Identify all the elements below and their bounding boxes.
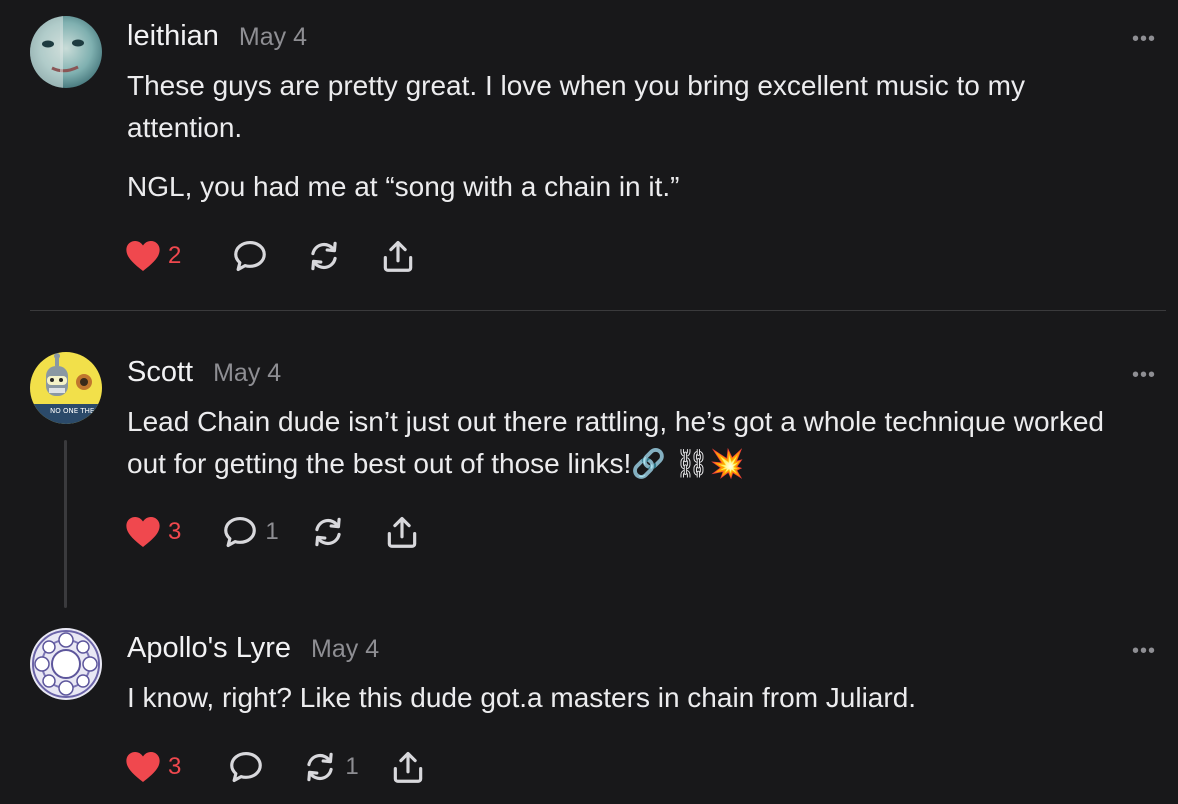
share-button[interactable] [379, 236, 417, 276]
heart-icon [124, 513, 162, 551]
restack-button[interactable] [309, 512, 347, 552]
author-name[interactable]: Scott [127, 356, 193, 389]
comment-body: These guys are pretty great. I love when… [127, 65, 1137, 225]
comment-icon [231, 237, 269, 275]
restack-icon [309, 513, 347, 551]
like-button[interactable]: 3 [124, 512, 181, 552]
comment-paragraph: NGL, you had me at “song with a chain in… [127, 171, 680, 202]
comment-body: Lead Chain dude isn’t just out there rat… [127, 401, 1137, 502]
avatar-text: NO ONE THE [50, 407, 94, 415]
share-icon [389, 748, 427, 786]
restack-count: 1 [345, 753, 359, 780]
share-icon [379, 237, 417, 275]
thread-line[interactable] [64, 440, 67, 608]
reply-button[interactable] [231, 236, 269, 276]
avatar-image [30, 16, 102, 88]
comment-icon [227, 748, 265, 786]
like-button[interactable]: 3 [124, 747, 181, 787]
avatar[interactable] [30, 628, 102, 700]
share-button[interactable] [383, 512, 421, 552]
comment-actions: 3 1 [124, 512, 421, 552]
comment-actions: 2 [124, 236, 417, 276]
author-name[interactable]: Apollo's Lyre [127, 632, 291, 665]
more-options-button[interactable]: ••• [1132, 29, 1156, 49]
more-options-button[interactable]: ••• [1132, 365, 1156, 385]
comment-date[interactable]: May 4 [213, 359, 281, 388]
heart-icon [124, 237, 162, 275]
restack-button[interactable] [305, 236, 343, 276]
avatar[interactable] [30, 16, 102, 88]
comment-paragraph: These guys are pretty great. I love when… [127, 70, 1025, 143]
comment-date[interactable]: May 4 [311, 635, 379, 664]
like-count: 3 [168, 518, 182, 545]
share-icon [383, 513, 421, 551]
restack-icon [301, 748, 339, 786]
reply-button[interactable]: 1 [221, 512, 279, 552]
avatar-image: NO ONE THE [30, 352, 102, 424]
like-button[interactable]: 2 [124, 236, 181, 276]
restack-icon [305, 237, 343, 275]
comment-date[interactable]: May 4 [239, 23, 307, 52]
avatar-image [30, 628, 102, 700]
reply-count: 1 [265, 518, 279, 545]
comment-icon [221, 513, 259, 551]
like-count: 3 [168, 753, 182, 780]
reply-button[interactable] [227, 747, 265, 787]
restack-button[interactable]: 1 [301, 747, 359, 787]
share-button[interactable] [389, 747, 427, 787]
comment-paragraph: I know, right? Like this dude got.a mast… [127, 682, 917, 713]
avatar[interactable]: NO ONE THE [30, 352, 102, 424]
heart-icon [124, 748, 162, 786]
like-count: 2 [168, 242, 182, 269]
author-name[interactable]: leithian [127, 20, 219, 53]
comment-meta: Scott May 4 [127, 356, 281, 389]
comment-meta: leithian May 4 [127, 20, 307, 53]
more-options-button[interactable]: ••• [1132, 641, 1156, 661]
comment-body: I know, right? Like this dude got.a mast… [127, 677, 1137, 736]
comment-actions: 3 1 [124, 747, 427, 787]
comment-divider [30, 310, 1166, 311]
comment-meta: Apollo's Lyre May 4 [127, 632, 379, 665]
comment-paragraph: Lead Chain dude isn’t just out there rat… [127, 406, 1105, 479]
